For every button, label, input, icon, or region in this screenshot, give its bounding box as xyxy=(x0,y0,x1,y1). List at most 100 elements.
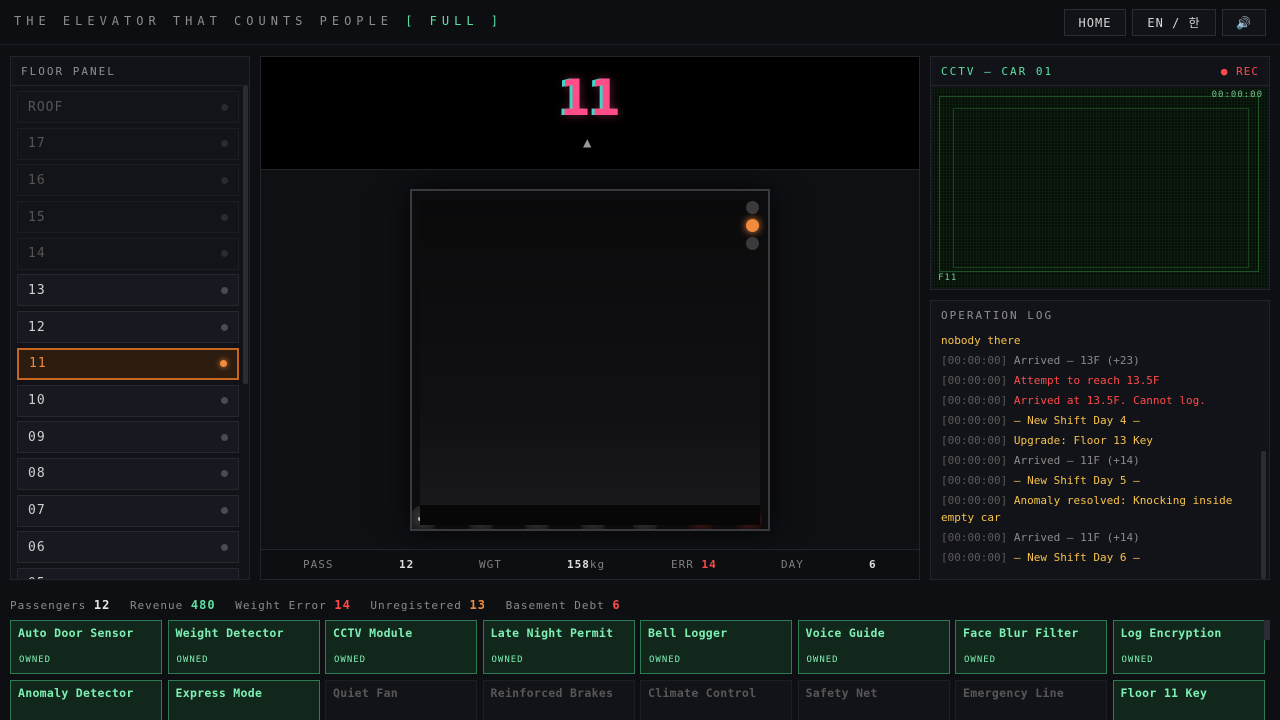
indicator-lamp xyxy=(746,237,759,250)
floor-button-12[interactable]: 12 xyxy=(17,311,239,344)
log-message: Arrived — 11F (+14) xyxy=(1013,454,1140,467)
log-entry: [00:00:00] Upgrade: Floor 13 Key xyxy=(941,432,1241,449)
upgrade-name: Quiet Fan xyxy=(333,686,399,700)
upgrade-card-late-night-permit[interactable]: Late Night Permit OWNED xyxy=(482,620,635,674)
car-back-wall xyxy=(420,199,760,519)
upgrade-name: Log Encryption xyxy=(1120,626,1222,640)
log-entry: nobody there xyxy=(941,332,1241,349)
upgrade-card-weight-detector[interactable]: Weight Detector OWNED xyxy=(167,620,320,674)
floor-button-label: 08 xyxy=(28,466,46,482)
car-stats-bar: PASS 12 WGT 158kg ERR 14 DAY 6 xyxy=(261,549,919,579)
upgrade-card-anomaly-detector[interactable]: Anomaly Detector xyxy=(10,680,162,720)
floor-button-17[interactable]: 17 xyxy=(17,127,239,160)
floor-button-07[interactable]: 07 xyxy=(17,494,239,527)
log-entry: [00:00:00] Anomaly resolved: Knocking in… xyxy=(941,492,1241,526)
language-toggle-button[interactable]: EN / 한 xyxy=(1132,9,1216,36)
log-timestamp: [00:00:00] xyxy=(941,494,1008,507)
upgrade-name: Face Blur Filter xyxy=(963,626,1079,640)
log-message: — New Shift Day 4 — xyxy=(1013,414,1140,427)
floor-button-16[interactable]: 16 xyxy=(17,164,239,197)
upgrade-owned-badge: OWNED xyxy=(964,655,997,665)
floor-status-dot-icon xyxy=(221,507,228,515)
floor-button-roof[interactable]: ROOF xyxy=(17,91,239,123)
log-message: nobody there xyxy=(941,334,1021,347)
passengers-value: 12 xyxy=(93,598,111,612)
floor-button-09[interactable]: 09 xyxy=(17,421,239,454)
log-message: — New Shift Day 6 — xyxy=(1013,551,1140,564)
revenue-value: 480 xyxy=(190,598,216,612)
indicator-lamp xyxy=(746,219,759,232)
upgrade-card-safety-net[interactable]: Safety Net xyxy=(797,680,950,720)
upgrade-card-reinforced-brakes[interactable]: Reinforced Brakes xyxy=(482,680,635,720)
resource-status-bar: Passengers 12 Revenue 480 Weight Error 1… xyxy=(10,598,633,614)
upgrade-card-voice-guide[interactable]: Voice Guide OWNED xyxy=(797,620,950,674)
upgrade-card-log-encryption[interactable]: Log Encryption OWNED xyxy=(1112,620,1265,674)
floor-button-15[interactable]: 15 xyxy=(17,201,239,234)
log-entry: [00:00:00] Arrived — 11F (+14) xyxy=(941,452,1241,469)
log-message: Arrived — 13F (+23) xyxy=(1013,354,1140,367)
floor-status-dot-icon xyxy=(221,543,228,551)
current-floor-number: 11 xyxy=(559,69,621,127)
operation-log-panel: OPERATION LOG nobody there [00:00:00] Arr… xyxy=(930,300,1270,580)
floor-button-label: 15 xyxy=(28,209,46,225)
upgrade-card-climate-control[interactable]: Climate Control xyxy=(640,680,792,720)
floor-button-label: 11 xyxy=(29,356,47,372)
rec-indicator: ● REC xyxy=(1220,65,1259,78)
floor-status-dot-icon xyxy=(221,213,228,221)
operation-log-scrollbar[interactable] xyxy=(1261,451,1266,579)
floor-button-label: 12 xyxy=(28,319,46,335)
floor-panel-scrollbar[interactable] xyxy=(243,86,248,384)
cctv-floor-tag: F11 xyxy=(938,273,958,283)
log-message: Attempt to reach 13.5F xyxy=(1013,374,1160,387)
upgrade-owned-badge: OWNED xyxy=(491,655,524,665)
stat-pass-value: 12 xyxy=(399,558,415,571)
upgrade-owned-badge: OWNED xyxy=(649,655,682,665)
floor-status-dot-icon xyxy=(221,286,228,294)
floor-button-label: 13 xyxy=(28,282,46,298)
upgrade-card-emergency-line[interactable]: Emergency Line xyxy=(955,680,1107,720)
floor-status-dot-icon xyxy=(221,250,228,258)
floor-button-06[interactable]: 06 xyxy=(17,531,239,564)
floor-button-11[interactable]: 11 xyxy=(17,347,239,380)
home-button[interactable]: HOME xyxy=(1064,9,1126,36)
upgrade-name: Safety Net xyxy=(805,686,878,700)
floor-button-label: 10 xyxy=(28,393,46,408)
upgrade-card-auto-door-sensor[interactable]: Auto Door Sensor OWNED xyxy=(10,620,162,674)
upgrade-shop-scrollbar[interactable] xyxy=(1264,620,1270,640)
upgrade-name: Anomaly Detector xyxy=(18,686,134,700)
upgrade-card-bell-logger[interactable]: Bell Logger OWNED xyxy=(640,620,792,674)
indicator-lamp xyxy=(746,201,759,214)
floor-button-05[interactable]: 05 xyxy=(17,567,239,579)
log-entry: [00:00:00] Arrived at 13.5F. Cannot log. xyxy=(941,392,1241,409)
log-entry: [00:00:00] — New Shift Day 4 — xyxy=(941,412,1241,429)
stat-wgt-label: WGT xyxy=(479,558,502,571)
log-entry: [00:00:00] Arrived — 11F (+14) xyxy=(941,529,1241,546)
car-floor xyxy=(420,505,760,525)
upgrade-name: Emergency Line xyxy=(963,686,1065,700)
upgrade-name: Weight Detector xyxy=(175,626,284,640)
log-message: Arrived at 13.5F. Cannot log. xyxy=(1013,394,1206,407)
upgrade-card-express-mode[interactable]: Express Mode xyxy=(167,680,320,720)
floor-button-label: 16 xyxy=(28,172,46,188)
floor-panel: FLOOR PANEL ROOF 17 16 15 14 13 12 11 10 09 08 07 06… xyxy=(10,56,250,580)
sound-toggle-button[interactable]: 🔊 xyxy=(1222,9,1266,36)
floor-button-label: 07 xyxy=(28,503,46,519)
floor-button-10[interactable]: 10 xyxy=(17,384,239,417)
upgrade-card-face-blur-filter[interactable]: Face Blur Filter OWNED xyxy=(955,620,1107,674)
log-timestamp: [00:00:00] xyxy=(941,354,1008,367)
upgrade-card-floor-11-key[interactable]: Floor 11 Key xyxy=(1112,680,1265,720)
log-message: Upgrade: Floor 13 Key xyxy=(1013,434,1153,447)
floor-status-dot-icon xyxy=(221,397,228,404)
upgrade-owned-badge: OWNED xyxy=(334,655,367,665)
floor-button-08[interactable]: 08 xyxy=(17,457,239,490)
cctv-feed: 00:00:00 F11 xyxy=(933,88,1267,288)
weight-error-label: Weight Error xyxy=(235,599,327,612)
floor-button-14[interactable]: 14 xyxy=(17,237,239,270)
floor-button-13[interactable]: 13 xyxy=(17,274,239,307)
upgrade-card-quiet-fan[interactable]: Quiet Fan xyxy=(325,680,477,720)
elevator-view: 11 ▲ PASS 12 WGT 158kg ERR 14 DAY 6 xyxy=(260,56,920,580)
upgrade-card-cctv-module[interactable]: CCTV Module OWNED xyxy=(325,620,477,674)
log-entry: [00:00:00] — New Shift Day 6 — xyxy=(941,549,1241,566)
unregistered-value: 13 xyxy=(469,598,486,612)
floor-button-label: 14 xyxy=(28,246,46,262)
